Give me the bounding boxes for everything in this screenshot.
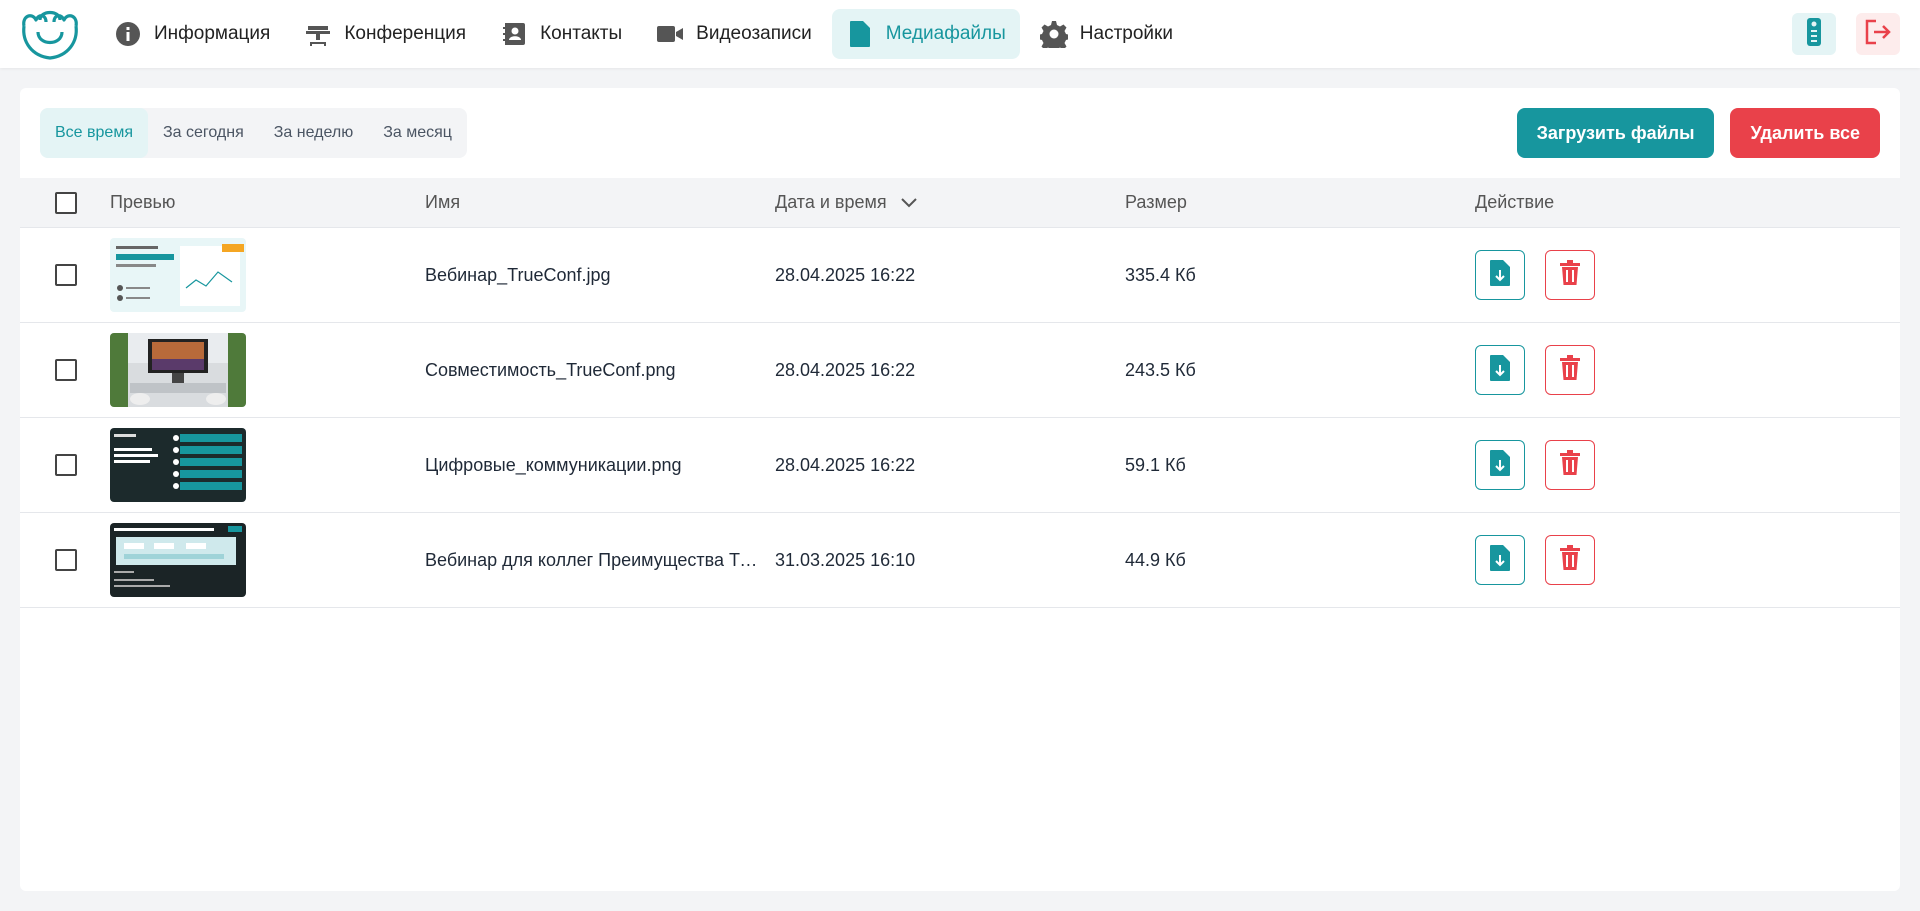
- file-size: 59.1 Кб: [1125, 454, 1186, 475]
- file-download-icon: [1489, 544, 1511, 577]
- row-checkbox[interactable]: [55, 454, 77, 476]
- nav-item-settings[interactable]: Настройки: [1026, 9, 1187, 59]
- delete-button[interactable]: [1545, 440, 1595, 490]
- nav-item-media[interactable]: Медиафайлы: [831, 9, 1020, 59]
- top-navigation-bar: Информация Конференция Контакты Видеозап…: [0, 0, 1920, 68]
- top-right-actions: [1792, 13, 1900, 55]
- delete-all-button[interactable]: Удалить все: [1730, 108, 1880, 158]
- nav-item-label: Медиафайлы: [885, 23, 1006, 44]
- media-files-card: Все время За сегодня За неделю За месяц …: [20, 88, 1900, 891]
- logout-button[interactable]: [1856, 13, 1900, 55]
- contacts-icon: [500, 20, 528, 48]
- file-size: 243.5 Кб: [1125, 359, 1196, 380]
- file-name: Совместимость_TrueConf.png: [425, 359, 676, 380]
- file-download-icon: [1489, 354, 1511, 387]
- document-icon: [846, 20, 874, 48]
- header-preview: Превью: [110, 192, 176, 212]
- preview-thumbnail[interactable]: [110, 523, 246, 597]
- nav-item-label: Видеозаписи: [696, 23, 812, 44]
- download-button[interactable]: [1475, 440, 1525, 490]
- file-date: 28.04.2025 16:22: [775, 454, 916, 475]
- file-name: Вебинар_TrueConf.jpg: [425, 264, 611, 285]
- download-button[interactable]: [1475, 345, 1525, 395]
- file-date: 28.04.2025 16:22: [775, 264, 916, 285]
- filter-tab-today[interactable]: За сегодня: [148, 108, 259, 158]
- gear-icon: [1039, 20, 1068, 48]
- logout-icon: [1864, 19, 1892, 50]
- select-all-checkbox[interactable]: [55, 191, 77, 214]
- nav-item-label: Информация: [154, 23, 271, 44]
- table-header: Превью Имя Дата и время Размер Действие: [20, 178, 1900, 228]
- file-download-icon: [1489, 259, 1511, 292]
- file-name: Вебинар для коллег Преимущества TrueConf…: [425, 549, 775, 570]
- preview-thumbnail[interactable]: [110, 333, 246, 407]
- video-camera-icon: [656, 20, 684, 48]
- table-row: Совместимость_TrueConf.png 28.04.2025 16…: [20, 323, 1900, 418]
- table-row: Вебинар для коллег Преимущества TrueConf…: [20, 513, 1900, 608]
- download-button[interactable]: [1475, 250, 1525, 300]
- header-size[interactable]: Размер: [1125, 192, 1475, 213]
- delete-button[interactable]: [1545, 345, 1595, 395]
- toolbar: Все время За сегодня За неделю За месяц …: [20, 88, 1900, 178]
- remote-control-button[interactable]: [1792, 13, 1836, 55]
- filter-tab-month[interactable]: За месяц: [368, 108, 467, 158]
- file-date: 28.04.2025 16:22: [775, 359, 916, 380]
- delete-button[interactable]: [1545, 535, 1595, 585]
- file-size: 44.9 Кб: [1125, 549, 1186, 570]
- file-name: Цифровые_коммуникации.png: [425, 454, 682, 475]
- header-name[interactable]: Имя: [425, 192, 775, 213]
- download-button[interactable]: [1475, 535, 1525, 585]
- trueconf-logo-icon[interactable]: [18, 6, 82, 62]
- row-checkbox[interactable]: [55, 549, 77, 571]
- table-row: Цифровые_коммуникации.png 28.04.2025 16:…: [20, 418, 1900, 513]
- preview-thumbnail[interactable]: [110, 238, 246, 312]
- trash-icon: [1559, 259, 1581, 291]
- header-action: Действие: [1475, 192, 1555, 212]
- chevron-down-icon[interactable]: [900, 192, 917, 213]
- file-date: 31.03.2025 16:10: [775, 549, 916, 570]
- filter-tab-week[interactable]: За неделю: [259, 108, 368, 158]
- info-icon: [114, 20, 142, 48]
- table-row: Вебинар_TrueConf.jpg 28.04.2025 16:22 33…: [20, 228, 1900, 323]
- delete-button[interactable]: [1545, 250, 1595, 300]
- trash-icon: [1559, 449, 1581, 481]
- trash-icon: [1559, 354, 1581, 386]
- preview-thumbnail[interactable]: [110, 428, 246, 502]
- nav-item-label: Конференция: [344, 23, 467, 44]
- file-size: 335.4 Кб: [1125, 264, 1196, 285]
- header-date-label: Дата и время: [775, 192, 887, 212]
- media-files-table: Превью Имя Дата и время Размер Действие: [20, 178, 1900, 608]
- main-nav: Информация Конференция Контакты Видеозап…: [100, 9, 1187, 59]
- nav-item-information[interactable]: Информация: [100, 9, 284, 59]
- trash-icon: [1559, 544, 1581, 576]
- row-checkbox[interactable]: [55, 359, 77, 381]
- period-filter-tabs: Все время За сегодня За неделю За месяц: [40, 108, 467, 158]
- nav-item-recordings[interactable]: Видеозаписи: [642, 9, 826, 59]
- conference-icon: [304, 20, 332, 48]
- nav-item-contacts[interactable]: Контакты: [486, 9, 636, 59]
- row-checkbox[interactable]: [55, 264, 77, 286]
- toolbar-actions: Загрузить файлы Удалить все: [1516, 108, 1880, 158]
- filter-tab-all-time[interactable]: Все время: [40, 108, 148, 158]
- nav-item-conference[interactable]: Конференция: [290, 9, 480, 59]
- upload-files-button[interactable]: Загрузить файлы: [1516, 108, 1715, 158]
- nav-item-label: Контакты: [540, 23, 623, 44]
- header-date[interactable]: Дата и время: [775, 192, 1125, 213]
- nav-item-label: Настройки: [1079, 23, 1173, 44]
- remote-control-icon: [1806, 17, 1822, 52]
- file-download-icon: [1489, 449, 1511, 482]
